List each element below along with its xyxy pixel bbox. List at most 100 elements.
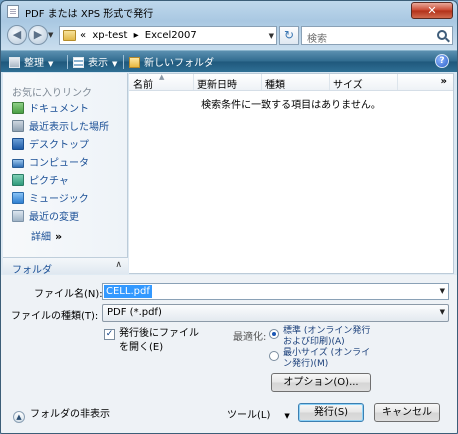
title-bar[interactable]: PDF または XPS 形式で発行 ✕ [1,1,457,22]
new-folder-icon [129,57,140,68]
sidebar-item-computer[interactable]: コンピュータ [12,154,89,170]
folders-label: フォルダ [12,265,52,276]
recent-pages-dropdown[interactable]: ▼ [48,31,53,39]
file-list[interactable]: 名前 ▲ 更新日時 種類 サイズ » 検索条件に一致する項目はありません。 [129,73,454,274]
empty-message: 検索条件に一致する項目はありません。 [201,100,381,111]
column-header-row: 名前 ▲ 更新日時 種類 サイズ » [129,73,453,91]
chevron-down-icon: ▼ [284,412,290,420]
help-icon[interactable]: ? [435,54,449,68]
sort-indicator-icon: ▲ [159,73,165,81]
sidebar-item-label: 最近表示した場所 [29,122,109,133]
refresh-button[interactable]: ↻ [279,26,299,45]
open-after-publish-label[interactable]: 発行後にファイルを開く(E) [119,327,205,355]
chevron-up-icon[interactable]: ∧ [115,260,122,270]
views-icon [73,57,84,68]
dialog-window: PDF または XPS 形式で発行 ✕ ◀ ▶ ▼ « xp-test ▸ Ex… [0,0,458,434]
optimize-minimum-radio[interactable] [269,351,279,361]
filetype-select[interactable]: PDF (*.pdf) ▼ [102,304,449,322]
tools-button[interactable]: ツール(L) ▼ [227,406,290,421]
new-folder-button[interactable]: 新しいフォルダ [129,54,214,69]
breadcrumb-separator[interactable]: ▸ [134,30,139,41]
open-after-publish-checkbox[interactable]: ✓ [104,329,115,340]
forward-arrow-icon: ▶ [33,28,43,41]
breadcrumb-item-excel2007[interactable]: Excel2007 [145,30,197,41]
sidebar-item-label: ピクチャ [29,176,69,187]
document-icon [7,5,19,18]
more-links-button[interactable]: 詳細 » [31,228,62,243]
organize-button[interactable]: 整理 ▼ [9,54,53,69]
filename-value: CELL.pdf [104,285,152,298]
recent-places-icon [12,120,24,132]
publish-button[interactable]: 発行(S) [298,403,364,422]
checkmark-icon: ✓ [105,329,114,339]
address-dropdown-icon[interactable]: ▼ [269,32,274,40]
computer-icon [12,159,24,168]
favorites-header: お気に入りリンク [12,88,92,99]
filetype-label: ファイルの種類(T): [11,311,99,322]
search-input[interactable]: 検索 [301,26,453,45]
column-divider[interactable] [329,74,330,90]
organize-icon [9,57,20,68]
sidebar-item-label: ドキュメント [29,104,89,115]
sidebar-item-documents[interactable]: ドキュメント [12,100,89,116]
breadcrumb-item-xp-test[interactable]: xp-test [92,30,127,41]
cancel-button[interactable]: キャンセル [374,403,440,422]
sidebar-item-recently-changed[interactable]: 最近の変更 [12,208,79,224]
chevron-down-icon: ▼ [112,60,118,68]
optimize-standard-radio[interactable] [269,329,279,339]
window-title: PDF または XPS 形式で発行 [25,9,154,20]
optimize-minimum-label[interactable]: 最小サイズ (オンライン発行)(M) [283,348,375,370]
column-header-type[interactable]: 種類 [265,76,285,91]
optimize-label: 最適化: [233,332,267,343]
double-chevron-icon: » [55,230,63,243]
organize-label: 整理 [24,58,44,69]
column-divider[interactable] [261,74,262,90]
refresh-icon: ↻ [283,28,295,42]
navigation-pane: お気に入りリンク ドキュメント 最近表示した場所 デスクトップ コンピュータ ピ… [3,73,128,274]
column-divider[interactable] [193,74,194,90]
new-folder-label: 新しいフォルダ [144,58,214,69]
column-header-name[interactable]: 名前 [133,76,153,91]
hide-folders-label: フォルダの非表示 [30,409,110,420]
sidebar-item-label: デスクトップ [29,140,89,151]
breadcrumb: « xp-test ▸ Excel2007 [80,30,200,41]
sidebar-item-label: ミュージック [29,194,89,205]
search-placeholder: 検索 [307,34,327,45]
close-button[interactable]: ✕ [411,2,453,19]
breadcrumb-overflow[interactable]: « [80,30,86,41]
column-header-modified[interactable]: 更新日時 [197,76,237,91]
toolbar-divider [67,55,68,69]
chevron-up-icon: ▲ [13,411,25,423]
chevron-down-icon[interactable]: ▼ [440,287,445,295]
views-button[interactable]: 表示 ▼ [73,54,117,69]
options-button[interactable]: オプション(O)... [271,373,371,392]
chevron-down-icon: ▼ [439,308,445,316]
sidebar-item-label: 最近の変更 [29,212,79,223]
forward-button[interactable]: ▶ [28,25,48,45]
sidebar-item-music[interactable]: ミュージック [12,190,89,206]
command-toolbar: 整理 ▼ 表示 ▼ 新しいフォルダ ? [1,50,457,72]
search-icon[interactable] [437,30,447,40]
hide-folders-button[interactable]: ▲ フォルダの非表示 [13,405,110,423]
more-links-label: 詳細 [31,232,51,243]
optimize-standard-label[interactable]: 標準 (オンライン発行および印刷)(A) [283,326,375,348]
filename-field[interactable]: CELL.pdf ▼ [102,283,449,300]
sidebar-item-pictures[interactable]: ピクチャ [12,172,69,188]
views-label: 表示 [88,58,108,69]
back-button[interactable]: ◀ [7,25,27,45]
column-header-size[interactable]: サイズ [333,76,363,91]
more-columns-icon[interactable]: » [441,76,447,87]
sidebar-item-desktop[interactable]: デスクトップ [12,136,89,152]
folders-bar[interactable]: フォルダ ∧ [3,257,128,276]
sidebar-item-recent-places[interactable]: 最近表示した場所 [12,118,109,134]
documents-icon [12,102,24,114]
toolbar-divider [123,55,124,69]
back-arrow-icon: ◀ [12,28,22,41]
column-divider[interactable] [397,74,398,90]
pictures-icon [12,174,24,186]
chevron-down-icon: ▼ [48,60,54,68]
folder-icon [63,30,76,41]
sidebar-item-label: コンピュータ [29,158,89,169]
address-bar[interactable]: « xp-test ▸ Excel2007 ▼ [59,26,277,45]
tools-label: ツール(L) [227,410,271,421]
